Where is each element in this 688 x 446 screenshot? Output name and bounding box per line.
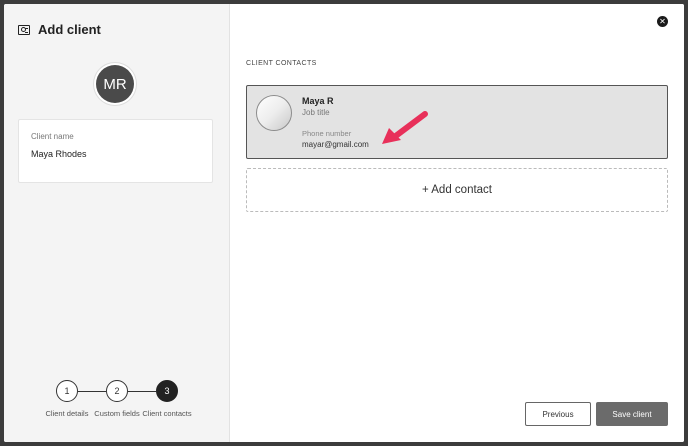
previous-button[interactable]: Previous [525, 402, 591, 426]
client-name-value[interactable]: Maya Rhodes [31, 149, 200, 159]
modal-header: Add client [18, 22, 101, 37]
contact-avatar [256, 95, 292, 131]
step-circle: 2 [106, 380, 128, 402]
step-2[interactable]: 2 Custom fields [94, 380, 140, 418]
step-connector [78, 391, 106, 392]
step-label: Client contacts [142, 409, 192, 418]
step-circle-active: 3 [156, 380, 178, 402]
step-label: Client details [45, 409, 89, 418]
section-label: CLIENT CONTACTS [246, 60, 317, 67]
contact-name: Maya R [302, 96, 334, 106]
add-contact-button[interactable]: + Add contact [246, 168, 668, 212]
save-client-button[interactable]: Save client [596, 402, 668, 426]
step-circle: 1 [56, 380, 78, 402]
contact-job-title: Job title [302, 108, 330, 117]
contact-card[interactable]: Maya R Job title Phone number mayar@gmai… [246, 85, 668, 159]
add-client-modal: Add client MR Client name Maya Rhodes 1 … [4, 4, 684, 442]
right-panel: ✕ CLIENT CONTACTS Maya R Job title Phone… [230, 4, 684, 442]
step-3[interactable]: 3 Client contacts [142, 380, 192, 418]
annotation-arrow-icon [382, 111, 428, 144]
client-name-card: Client name Maya Rhodes [18, 119, 213, 183]
modal-title: Add client [38, 22, 101, 37]
contact-card-icon [18, 24, 30, 35]
client-name-label: Client name [31, 132, 74, 141]
step-label: Custom fields [94, 409, 140, 418]
step-connector [128, 391, 156, 392]
contact-phone: Phone number [302, 129, 352, 138]
client-avatar[interactable]: MR [96, 65, 134, 103]
progress-stepper: 1 Client details 2 Custom fields 3 Clien… [46, 380, 192, 432]
left-panel: Add client MR Client name Maya Rhodes 1 … [4, 4, 230, 442]
contact-email: mayar@gmail.com [302, 140, 369, 149]
step-1[interactable]: 1 Client details [46, 380, 88, 418]
close-icon[interactable]: ✕ [657, 16, 668, 27]
